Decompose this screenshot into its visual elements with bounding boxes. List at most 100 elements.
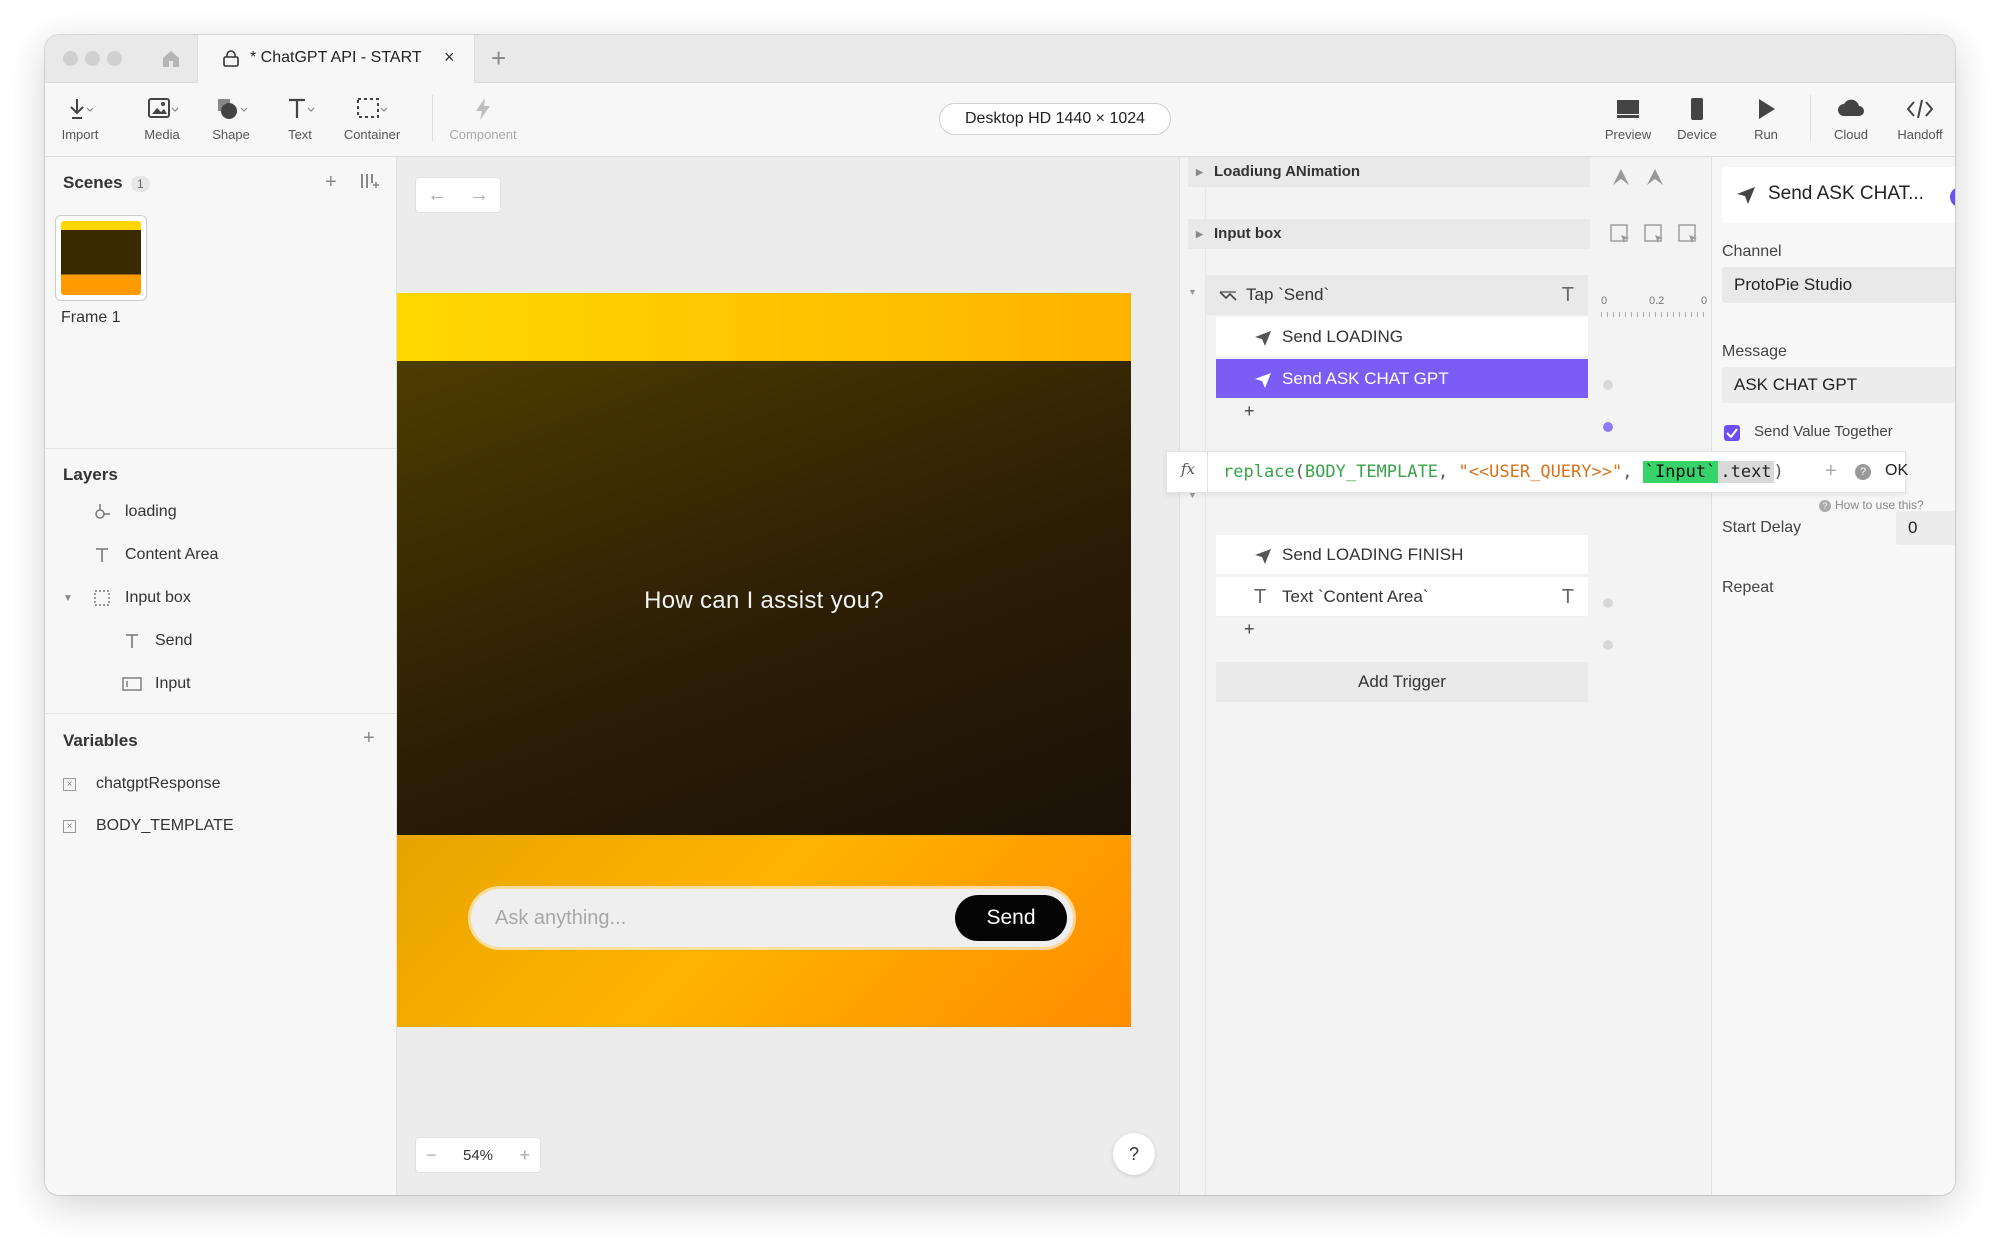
select-layer-icon[interactable]: [1677, 223, 1699, 250]
scene-preview: [61, 221, 141, 295]
content-area-background[interactable]: How can I assist you?: [397, 361, 1131, 835]
trigger-tap-send[interactable]: Tap `Send` T: [1206, 275, 1588, 315]
zoom-out-button[interactable]: −: [426, 1145, 437, 1166]
group-input-box[interactable]: ▶ Input box: [1188, 219, 1590, 249]
add-response-button[interactable]: +: [1244, 401, 1255, 422]
minimize-window-button[interactable]: [85, 51, 100, 66]
collapse-triangle-icon[interactable]: ▼: [1188, 287, 1197, 297]
loading-bar[interactable]: [397, 293, 1131, 361]
response-send-loading[interactable]: Send LOADING: [1216, 317, 1588, 357]
formula-help-icon[interactable]: ?: [1855, 464, 1871, 480]
import-button[interactable]: Import: [45, 95, 115, 142]
run-button[interactable]: Run: [1731, 95, 1801, 142]
back-arrow-icon[interactable]: ←: [416, 178, 458, 212]
property-header: Send ASK CHAT...: [1722, 167, 1955, 223]
text-icon: [265, 95, 335, 123]
message-label: Message: [1722, 343, 1787, 360]
media-button[interactable]: Media: [127, 95, 197, 142]
response-send-loading-finish[interactable]: Send LOADING FINISH: [1216, 535, 1588, 575]
response-enabled-toggle[interactable]: [1950, 187, 1955, 207]
formula-editor[interactable]: fx replace(BODY_TEMPLATE, "<<USER_QUERY>…: [1166, 451, 1908, 493]
frame-1[interactable]: How can I assist you? Ask anything... Se…: [397, 293, 1131, 1027]
maximize-window-button[interactable]: [107, 51, 122, 66]
component-button[interactable]: Component: [448, 95, 518, 142]
close-window-button[interactable]: [63, 51, 78, 66]
send-icon: [1736, 185, 1756, 210]
timeline-tick: 0: [1701, 295, 1708, 307]
device-button[interactable]: Device: [1662, 95, 1732, 142]
formula-ok-button[interactable]: OK: [1885, 462, 1908, 480]
content-area-text[interactable]: How can I assist you?: [397, 587, 1131, 615]
layer-input-box[interactable]: ▼ Input box: [63, 583, 191, 613]
expand-triangle-icon[interactable]: ▶: [1196, 219, 1203, 249]
animation-icon: [91, 503, 113, 521]
timeline-dot[interactable]: [1603, 380, 1613, 390]
input-icon: [121, 675, 143, 693]
text-tool-label: Text: [288, 127, 312, 142]
container-button[interactable]: Container: [337, 95, 407, 142]
cloud-button[interactable]: Cloud: [1816, 95, 1886, 142]
layers-title: Layers: [63, 465, 118, 484]
formula-input[interactable]: replace(BODY_TEMPLATE, "<<USER_QUERY>>",…: [1223, 461, 1784, 483]
handoff-button[interactable]: Handoff: [1885, 95, 1955, 142]
preview-button[interactable]: Preview: [1593, 95, 1663, 142]
send-icon: [1254, 317, 1272, 357]
scene-options-icon[interactable]: [359, 171, 379, 196]
send-value-checkbox[interactable]: [1724, 425, 1740, 441]
text-icon: T: [1561, 586, 1574, 608]
container-icon: [337, 95, 407, 123]
channel-select[interactable]: ProtoPie Studio ▼: [1722, 267, 1955, 303]
text-icon: [121, 632, 143, 650]
shape-label: Shape: [212, 127, 250, 142]
start-delay-field[interactable]: 0: [1896, 511, 1955, 545]
help-button[interactable]: ?: [1113, 1133, 1155, 1175]
home-icon[interactable]: [159, 47, 183, 71]
variable-body-template[interactable]: × BODY_TEMPLATE: [63, 817, 234, 835]
input-placeholder[interactable]: Ask anything...: [495, 907, 626, 930]
tab-close-icon[interactable]: ×: [444, 47, 455, 68]
add-trigger-button[interactable]: Add Trigger: [1216, 662, 1588, 702]
shape-button[interactable]: Shape: [196, 95, 266, 142]
add-variable-button[interactable]: +: [363, 727, 375, 750]
send-icon: [1254, 359, 1272, 399]
cloud-icon: [1816, 95, 1886, 123]
device-selector[interactable]: Desktop HD 1440 × 1024: [939, 103, 1171, 135]
select-layer-icon[interactable]: [1643, 223, 1665, 250]
group-label: Input box: [1214, 225, 1282, 242]
variable-chatgpt-response[interactable]: × chatgptResponse: [63, 775, 221, 793]
new-tab-button[interactable]: +: [491, 43, 506, 74]
layer-loading[interactable]: loading: [91, 497, 177, 527]
input-box[interactable]: Ask anything... Send: [471, 889, 1073, 947]
group-loading-animation[interactable]: ▶ Loadiung ANimation: [1188, 157, 1590, 187]
timeline-dot[interactable]: [1603, 598, 1613, 608]
layer-content-area[interactable]: Content Area: [91, 540, 218, 570]
message-field[interactable]: ASK CHAT GPT: [1722, 367, 1955, 403]
add-response-button[interactable]: +: [1244, 619, 1255, 640]
timeline-dot[interactable]: [1603, 640, 1613, 650]
input-area-background[interactable]: Ask anything... Send: [397, 835, 1131, 1027]
timeline-dot[interactable]: [1603, 422, 1613, 432]
select-layer-icon[interactable]: [1609, 223, 1631, 250]
formula-add-button[interactable]: +: [1825, 460, 1837, 483]
import-label: Import: [61, 127, 99, 142]
how-to-use-link[interactable]: ? How to use this?: [1819, 498, 1924, 512]
response-send-ask-chat-gpt[interactable]: Send ASK CHAT GPT: [1216, 359, 1588, 399]
text-tool-button[interactable]: Text: [265, 95, 335, 142]
expand-triangle-icon[interactable]: ▶: [1196, 157, 1203, 187]
send-button[interactable]: Send: [955, 895, 1067, 941]
layer-input[interactable]: Input: [121, 669, 191, 699]
document-tab[interactable]: * ChatGPT API - START ×: [197, 35, 475, 83]
toolbar-divider: [1810, 95, 1811, 141]
expand-triangle-icon[interactable]: ▼: [63, 593, 79, 604]
layer-send[interactable]: Send: [121, 626, 192, 656]
response-text-content-area[interactable]: T Text `Content Area` T: [1216, 577, 1588, 617]
scene-thumbnail[interactable]: [55, 215, 147, 301]
canvas[interactable]: ← → How can I assist you? Ask anything..…: [397, 157, 1179, 1195]
shape-icon: [196, 95, 266, 123]
forward-arrow-icon[interactable]: →: [458, 178, 500, 212]
zoom-in-button[interactable]: +: [519, 1145, 530, 1166]
add-scene-button[interactable]: +: [325, 171, 337, 194]
zoom-level[interactable]: 54%: [463, 1147, 493, 1164]
channel-value: ProtoPie Studio: [1734, 275, 1853, 294]
layer-label: Input box: [125, 589, 191, 606]
